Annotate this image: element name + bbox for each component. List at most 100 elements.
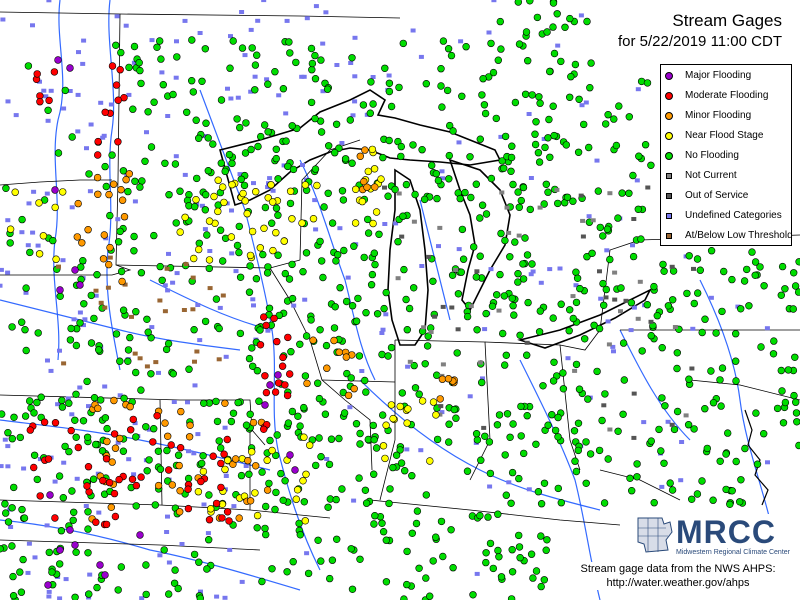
no-flooding-marker bbox=[531, 130, 539, 138]
undefined-category-marker bbox=[538, 280, 544, 285]
no-flooding-marker bbox=[192, 116, 200, 124]
no-flooding-marker bbox=[381, 64, 389, 73]
no-flooding-marker bbox=[130, 232, 138, 241]
no-flooding-marker bbox=[411, 190, 419, 199]
no-flooding-marker bbox=[540, 576, 548, 584]
no-flooding-marker bbox=[361, 376, 369, 385]
minor-flooding-marker bbox=[103, 437, 111, 446]
no-flooding-marker bbox=[69, 508, 78, 516]
near-flood-stage-marker bbox=[243, 210, 251, 218]
no-flooding-marker bbox=[458, 225, 467, 234]
no-flooding-marker bbox=[373, 310, 382, 318]
no-flooding-marker bbox=[732, 377, 740, 385]
no-flooding-marker bbox=[563, 193, 572, 202]
no-flooding-marker bbox=[510, 311, 518, 319]
no-flooding-marker bbox=[529, 574, 537, 582]
no-flooding-marker bbox=[114, 586, 122, 594]
no-flooding-marker bbox=[476, 252, 484, 260]
no-flooding-marker bbox=[535, 93, 543, 101]
no-flooding-marker bbox=[332, 120, 341, 129]
no-flooding-marker bbox=[586, 450, 595, 458]
no-flooding-marker bbox=[136, 183, 144, 191]
moderate-flooding-marker bbox=[115, 475, 123, 484]
no-flooding-marker bbox=[4, 518, 13, 526]
no-flooding-marker bbox=[273, 431, 281, 439]
no-flooding-marker bbox=[647, 161, 655, 170]
no-flooding-marker bbox=[567, 72, 575, 81]
undefined-category-marker bbox=[102, 384, 108, 389]
no-flooding-marker bbox=[350, 242, 358, 250]
moderate-flooding-marker bbox=[132, 481, 141, 490]
no-flooding-marker bbox=[559, 385, 568, 393]
no-flooding-marker bbox=[502, 491, 510, 499]
not-current-marker bbox=[607, 191, 613, 196]
no-flooding-marker bbox=[176, 187, 184, 195]
no-flooding-marker bbox=[494, 510, 502, 518]
near-flood-stage-marker bbox=[369, 219, 377, 228]
no-flooding-marker bbox=[791, 353, 799, 361]
no-flooding-marker bbox=[226, 64, 234, 72]
low-threshold-marker bbox=[93, 288, 99, 293]
minor-flooding-marker bbox=[105, 190, 113, 199]
moderate-flooding-dot-icon bbox=[665, 92, 673, 100]
no-flooding-marker bbox=[125, 63, 133, 72]
not-current-marker bbox=[382, 185, 387, 190]
low-threshold-square-icon bbox=[666, 233, 672, 239]
no-flooding-marker bbox=[24, 62, 33, 70]
undefined-category-marker bbox=[144, 130, 149, 135]
no-flooding-marker bbox=[698, 477, 706, 485]
no-flooding-marker bbox=[716, 376, 724, 384]
near-flood-stage-marker bbox=[387, 401, 396, 409]
no-flooding-marker bbox=[495, 411, 504, 419]
moderate-flooding-marker bbox=[102, 520, 111, 529]
minor-flooding-marker bbox=[107, 503, 116, 511]
not-current-marker bbox=[578, 193, 584, 198]
credit-url[interactable]: http://water.weather.gov/ahps bbox=[560, 576, 796, 590]
not-current-marker bbox=[606, 342, 612, 347]
near-flood-stage-marker bbox=[248, 227, 257, 236]
no-flooding-marker bbox=[397, 459, 406, 467]
undefined-category-marker bbox=[250, 297, 256, 302]
no-flooding-marker bbox=[85, 590, 93, 598]
low-threshold-marker bbox=[183, 262, 189, 267]
no-flooding-marker bbox=[650, 499, 658, 507]
undefined-category-marker bbox=[166, 251, 171, 256]
no-flooding-marker bbox=[565, 306, 574, 314]
low-threshold-marker bbox=[98, 300, 104, 305]
no-flooding-marker bbox=[151, 501, 160, 509]
no-flooding-marker bbox=[141, 157, 149, 166]
undefined-category-marker bbox=[231, 504, 237, 509]
undefined-category-marker bbox=[69, 205, 75, 210]
moderate-flooding-marker bbox=[30, 463, 38, 472]
no-flooding-marker bbox=[324, 503, 332, 511]
undefined-category-marker bbox=[174, 39, 179, 44]
no-flooding-marker bbox=[693, 255, 702, 263]
minor-flooding-marker bbox=[263, 486, 272, 494]
no-flooding-marker bbox=[473, 326, 481, 334]
moderate-flooding-marker bbox=[262, 321, 270, 330]
undefined-category-marker bbox=[679, 440, 685, 444]
moderate-flooding-marker bbox=[126, 426, 135, 434]
undefined-category-marker bbox=[528, 176, 534, 180]
no-flooding-marker bbox=[554, 413, 562, 422]
no-flooding-marker bbox=[268, 219, 276, 227]
no-flooding-marker bbox=[748, 248, 756, 256]
undefined-category-marker bbox=[382, 222, 388, 226]
no-flooding-marker bbox=[195, 134, 203, 143]
no-flooding-marker bbox=[497, 45, 505, 53]
no-flooding-marker bbox=[523, 56, 532, 65]
no-flooding-marker bbox=[314, 379, 322, 387]
no-flooding-marker bbox=[202, 119, 210, 127]
no-flooding-marker bbox=[541, 143, 549, 152]
not-current-marker bbox=[481, 425, 487, 430]
no-flooding-marker bbox=[217, 159, 226, 167]
not-current-marker bbox=[635, 316, 641, 321]
no-flooding-marker bbox=[18, 215, 26, 224]
no-flooding-marker bbox=[116, 357, 124, 365]
undefined-category-marker bbox=[186, 449, 191, 454]
no-flooding-marker bbox=[509, 180, 517, 189]
no-flooding-marker bbox=[385, 87, 394, 96]
no-flooding-marker bbox=[514, 0, 522, 6]
no-flooding-marker bbox=[348, 585, 357, 593]
no-flooding-marker bbox=[325, 142, 333, 150]
